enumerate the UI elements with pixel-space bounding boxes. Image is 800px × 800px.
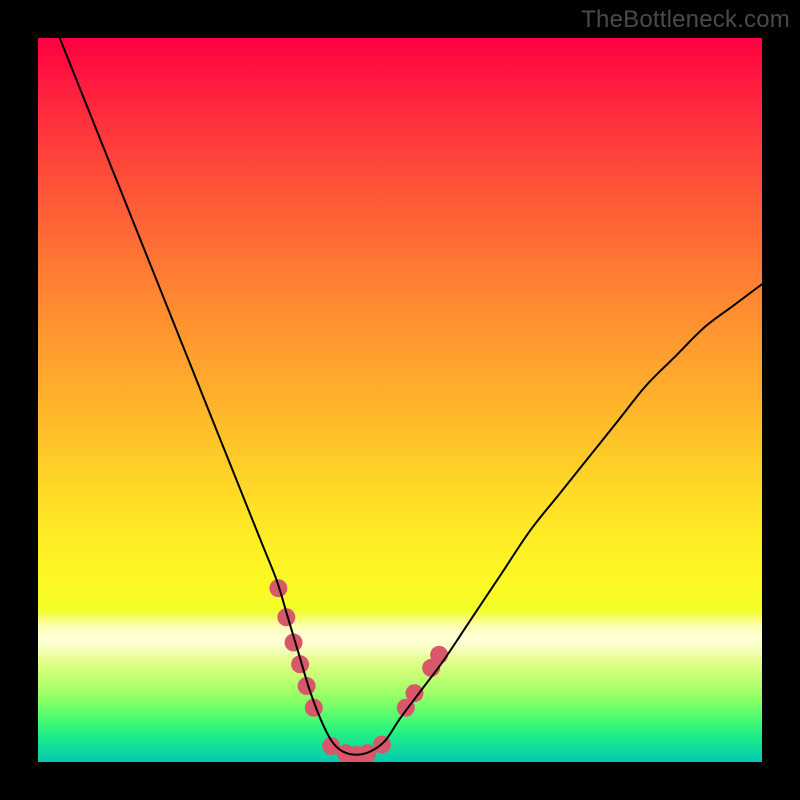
curve-layer bbox=[38, 38, 762, 762]
watermark-text: TheBottleneck.com bbox=[581, 6, 790, 34]
chart-frame: TheBottleneck.com bbox=[0, 0, 800, 800]
plot-area bbox=[38, 38, 762, 762]
curve-marker bbox=[430, 646, 448, 664]
marker-group bbox=[269, 579, 448, 762]
bottleneck-curve bbox=[60, 38, 762, 755]
